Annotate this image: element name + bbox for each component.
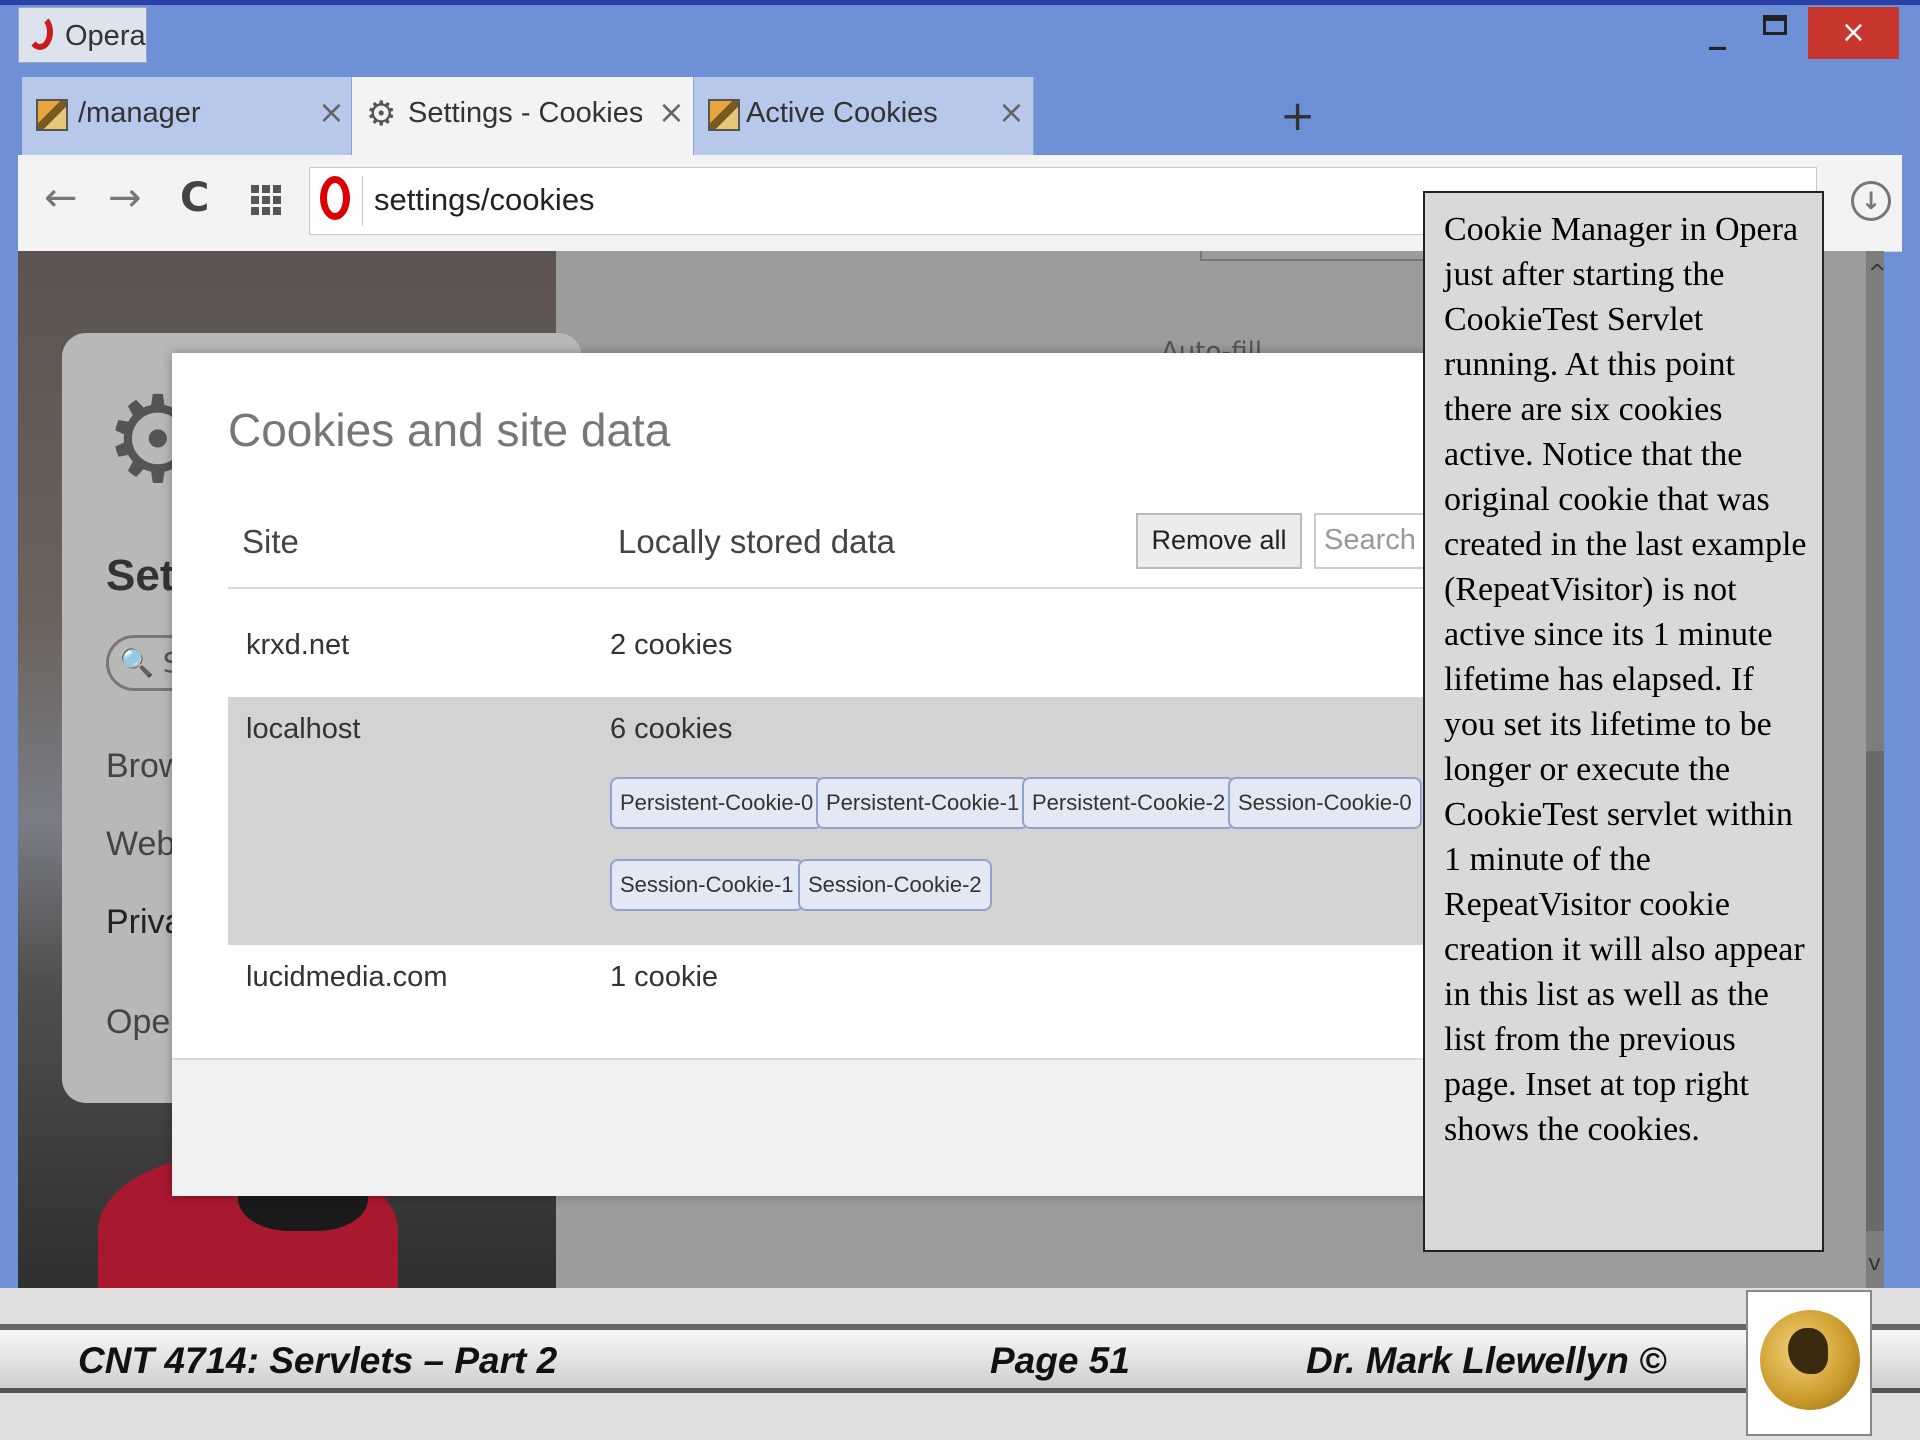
speed-dial-icon[interactable] (251, 185, 283, 217)
scroll-down-icon[interactable]: v (1868, 1251, 1881, 1276)
minimize-button[interactable]: _ (1709, 11, 1726, 51)
scroll-up-icon[interactable]: ^ (1868, 261, 1884, 286)
column-header-data: Locally stored data (618, 523, 896, 560)
table-row[interactable]: lucidmedia.com 1 cookie (228, 945, 1472, 1045)
column-header-site: Site (242, 523, 299, 560)
dialog-footer (172, 1058, 1472, 1196)
url-text[interactable]: settings/cookies (374, 182, 595, 218)
page-scrollbar[interactable]: ^ v (1866, 251, 1884, 1288)
search-icon: 🔍 (119, 646, 154, 679)
gear-icon: ⚙ (366, 94, 397, 134)
row-site: lucidmedia.com (246, 961, 448, 993)
row-data: 2 cookies (610, 629, 733, 661)
tab-title: /manager (78, 97, 201, 129)
opera-o-icon (320, 176, 350, 220)
reload-button[interactable]: C (180, 175, 209, 221)
slide-caption: Cookie Manager in Opera just after start… (1423, 191, 1824, 1252)
scroll-thumb[interactable] (1866, 751, 1884, 1231)
ucf-logo (1746, 1290, 1872, 1436)
table-row[interactable]: krxd.net 2 cookies (228, 589, 1472, 697)
footer-rule-bottom (0, 1388, 1920, 1393)
dialog-title: Cookies and site data (228, 404, 671, 456)
tomcat-favicon-icon (708, 99, 740, 131)
close-window-button[interactable]: × (1808, 7, 1899, 59)
maximize-button[interactable] (1763, 15, 1787, 35)
cookie-chip[interactable]: Persistent-Cookie-0 (610, 777, 824, 829)
tab-active-cookies[interactable]: Active Cookies × (694, 77, 1034, 155)
footer-author: Dr. Mark Llewellyn © (1306, 1340, 1667, 1381)
row-site: localhost (246, 713, 361, 745)
forward-button[interactable]: → (108, 175, 142, 221)
row-data: 1 cookie (610, 961, 719, 993)
new-tab-button[interactable]: + (1280, 91, 1315, 140)
tab-close-icon[interactable]: × (318, 93, 345, 131)
tab-manager[interactable]: /manager × (22, 77, 352, 155)
row-site: krxd.net (246, 629, 350, 661)
opera-menu-button[interactable]: Opera (18, 7, 147, 63)
cookie-chip[interactable]: Session-Cookie-0 (1228, 777, 1422, 829)
cookies-dialog: Cookies and site data Site Locally store… (172, 353, 1472, 1196)
cookie-chip[interactable]: Session-Cookie-2 (798, 859, 992, 911)
opera-menu-label: Opera (65, 20, 146, 52)
sidebar-item-opera[interactable]: Oper (106, 1003, 182, 1042)
back-button[interactable]: ← (44, 175, 78, 221)
download-icon[interactable]: ↓ (1851, 181, 1891, 221)
cookie-chip[interactable]: Persistent-Cookie-2 (1022, 777, 1236, 829)
tab-title: Settings - Cookies and site (408, 97, 642, 129)
cookie-chip[interactable]: Persistent-Cookie-1 (816, 777, 1030, 829)
tab-close-icon[interactable]: × (998, 93, 1025, 131)
footer-page: Page 51 (990, 1340, 1130, 1381)
cookie-site-list: krxd.net 2 cookies localhost 6 cookies P… (228, 587, 1472, 1059)
url-divider (362, 176, 363, 226)
opera-logo-icon (27, 14, 53, 50)
slide-footer: CNT 4714: Servlets – Part 2 Page 51 Dr. … (0, 1288, 1920, 1440)
tomcat-favicon-icon (36, 99, 68, 131)
cookie-chip[interactable]: Session-Cookie-1 (610, 859, 804, 911)
footer-course: CNT 4714: Servlets – Part 2 (78, 1340, 558, 1381)
tab-bar: /manager × ⚙ Settings - Cookies and site… (18, 77, 1902, 155)
tab-settings[interactable]: ⚙ Settings - Cookies and site × (352, 77, 694, 155)
tab-title: Active Cookies (746, 97, 938, 129)
ucf-logo-pegasus (1788, 1328, 1828, 1374)
tab-close-icon[interactable]: × (658, 93, 685, 131)
remove-all-button[interactable]: Remove all (1136, 513, 1302, 569)
row-data: 6 cookies (610, 713, 733, 745)
table-row-selected[interactable]: localhost 6 cookies Persistent-Cookie-0 … (228, 697, 1472, 945)
